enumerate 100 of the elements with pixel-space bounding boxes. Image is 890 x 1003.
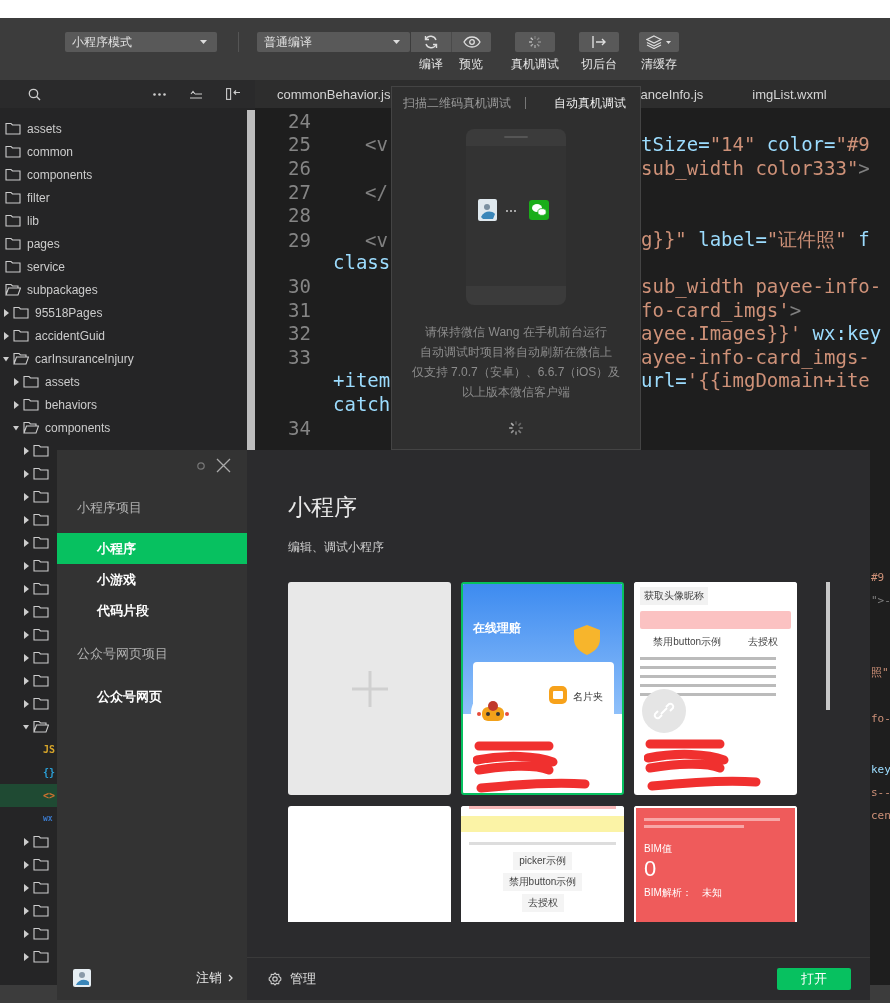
- collapsed-caret-icon[interactable]: [23, 860, 29, 869]
- code-text: cen: [871, 809, 890, 823]
- background-button[interactable]: [579, 32, 619, 52]
- settings-icon: [268, 972, 282, 986]
- code-text: s--: [871, 786, 890, 800]
- collapsed-caret-icon[interactable]: [23, 929, 29, 938]
- tool-label: 编译: [419, 56, 443, 73]
- compile-dropdown[interactable]: 普通编译: [257, 32, 410, 52]
- file-type-icon: wx: [43, 814, 53, 823]
- project-card[interactable]: 在线理赔 名片夹: [461, 582, 624, 795]
- file-type-icon: {}: [43, 767, 56, 778]
- folder-icon: [33, 628, 49, 641]
- collapsed-caret-icon[interactable]: [23, 515, 29, 524]
- spinner-icon: [528, 35, 542, 49]
- search-icon[interactable]: [28, 87, 41, 101]
- folder-name[interactable]: components: [27, 167, 93, 182]
- collapsed-caret-icon[interactable]: [13, 377, 19, 386]
- collapsed-caret-icon[interactable]: [23, 607, 29, 616]
- manage-button[interactable]: 管理: [268, 970, 316, 988]
- folder-icon: [13, 329, 29, 342]
- panel-toggle-icon[interactable]: [226, 88, 240, 100]
- expanded-caret-icon[interactable]: [3, 354, 9, 363]
- folder-name[interactable]: accidentGuid: [35, 328, 106, 343]
- sidebar-item[interactable]: 代码片段: [57, 595, 247, 626]
- code-text: catch: [333, 392, 391, 415]
- collapsed-caret-icon[interactable]: [23, 653, 29, 662]
- sidebar-item[interactable]: 公众号网页: [57, 681, 247, 712]
- refresh-icon: [423, 34, 439, 50]
- folder-name[interactable]: service: [27, 259, 65, 274]
- collapsed-caret-icon[interactable]: [23, 699, 29, 708]
- folder-name[interactable]: behaviors: [45, 397, 98, 412]
- collapsed-caret-icon[interactable]: [23, 952, 29, 961]
- code-text: tSize="14" color="#9: [641, 133, 870, 156]
- tool-label: 预览: [459, 56, 483, 73]
- tool-label: 清缓存: [641, 56, 677, 73]
- file-tab[interactable]: anceInfo.js: [640, 86, 704, 102]
- more-icon[interactable]: [153, 92, 166, 96]
- popup-tab[interactable]: 扫描二维码真机调试: [403, 94, 511, 112]
- collapsed-caret-icon[interactable]: [23, 584, 29, 593]
- settings-icon[interactable]: [196, 460, 206, 471]
- section-heading: 公众号网页项目: [76, 645, 169, 663]
- collapsed-caret-icon[interactable]: [3, 308, 9, 317]
- collapsed-caret-icon[interactable]: [3, 331, 9, 340]
- collapsed-caret-icon[interactable]: [23, 676, 29, 685]
- folder-icon: [33, 582, 49, 595]
- code-text: 照": [871, 665, 889, 681]
- preview-text: 0: [644, 856, 658, 882]
- clear-cache-button[interactable]: [639, 32, 679, 52]
- logout-link[interactable]: 注销: [196, 969, 233, 987]
- code-text: <v: [365, 228, 388, 251]
- collapsed-caret-icon[interactable]: [23, 561, 29, 570]
- folder-name[interactable]: assets: [45, 374, 80, 389]
- folder-icon: [13, 306, 29, 319]
- code-text: g}}" label="证件照" f: [641, 227, 870, 250]
- collapsed-caret-icon[interactable]: [23, 492, 29, 501]
- file-tab[interactable]: commonBehavior.js: [277, 86, 391, 102]
- folder-name[interactable]: carInsuranceInjury: [35, 351, 134, 366]
- code-text: class: [333, 251, 391, 274]
- collapsed-caret-icon[interactable]: [23, 446, 29, 455]
- folder-name[interactable]: 95518Pages: [35, 305, 103, 320]
- collapsed-caret-icon[interactable]: [23, 883, 29, 892]
- collapsed-caret-icon[interactable]: [23, 469, 29, 478]
- line-number: 27: [288, 180, 311, 203]
- file-tab[interactable]: imgList.wxml: [752, 86, 827, 102]
- folder-icon: [33, 835, 49, 848]
- collapsed-caret-icon[interactable]: [23, 630, 29, 639]
- scrollbar[interactable]: [247, 110, 255, 450]
- folder-icon: [23, 375, 39, 388]
- folder-icon: [33, 858, 49, 871]
- folder-icon: [33, 559, 49, 572]
- folder-name[interactable]: pages: [27, 236, 60, 251]
- collapsed-caret-icon[interactable]: [23, 837, 29, 846]
- folder-name[interactable]: components: [45, 420, 111, 435]
- expanded-caret-icon[interactable]: [23, 722, 29, 731]
- expanded-caret-icon[interactable]: [13, 423, 19, 432]
- folder-name[interactable]: subpackages: [27, 282, 98, 297]
- preview-button[interactable]: [451, 32, 491, 52]
- line-number: 28: [288, 204, 311, 227]
- folder-name[interactable]: filter: [27, 190, 50, 205]
- compile-button[interactable]: [411, 32, 451, 52]
- open-folder-icon: [33, 720, 49, 733]
- folder-name[interactable]: lib: [27, 213, 39, 228]
- plus-icon: [351, 670, 388, 707]
- scrollbar[interactable]: [826, 582, 830, 710]
- sidebar-item[interactable]: 小游戏: [57, 564, 247, 595]
- collapsed-caret-icon[interactable]: [13, 400, 19, 409]
- collapsed-caret-icon[interactable]: [23, 906, 29, 915]
- dialog-subtitle: 编辑、调试小程序: [288, 539, 385, 556]
- folder-name[interactable]: assets: [27, 121, 62, 136]
- line-number: 26: [288, 157, 311, 179]
- popup-tab[interactable]: 自动真机调试: [554, 94, 626, 112]
- folder-name[interactable]: common: [27, 144, 73, 159]
- close-icon[interactable]: [216, 458, 231, 473]
- code-text: #9: [871, 571, 885, 585]
- collapse-icon[interactable]: [190, 89, 202, 99]
- dialog-title: 小程序: [288, 493, 358, 522]
- mode-dropdown[interactable]: 小程序模式: [65, 32, 217, 52]
- collapsed-caret-icon[interactable]: [23, 538, 29, 547]
- project-card[interactable]: 获取头像昵称 禁用button示例 去授权: [634, 582, 797, 795]
- avatar-icon: [73, 969, 91, 987]
